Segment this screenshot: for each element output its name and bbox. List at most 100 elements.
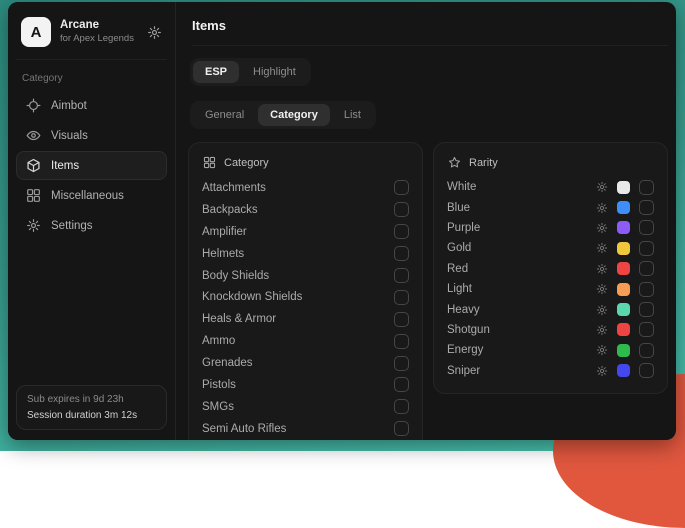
category-row-knockdown-shields: Knockdown Shields <box>202 286 409 308</box>
rarity-settings-gear-icon[interactable] <box>596 324 608 336</box>
color-swatch-energy[interactable] <box>617 344 630 357</box>
tab-esp[interactable]: ESP <box>193 61 239 83</box>
checkbox-purple[interactable] <box>639 220 654 235</box>
rarity-row-purple: Purple <box>447 218 654 238</box>
category-row-label: Pistols <box>202 379 236 391</box>
tab-general[interactable]: General <box>193 104 256 126</box>
checkbox-smgs[interactable] <box>394 399 409 414</box>
checkbox-attachments[interactable] <box>394 180 409 195</box>
rarity-row-label: Blue <box>447 202 470 214</box>
color-swatch-red[interactable] <box>617 262 630 275</box>
app-window: A Arcane for Apex Legends Category Aimbo… <box>8 2 676 440</box>
sidebar-item-label: Aimbot <box>51 100 87 112</box>
rarity-row-heavy: Heavy <box>447 299 654 319</box>
rarity-row-white: White <box>447 177 654 197</box>
checkbox-ammo[interactable] <box>394 334 409 349</box>
color-swatch-sniper[interactable] <box>617 364 630 377</box>
rarity-settings-gear-icon[interactable] <box>596 202 608 214</box>
checkbox-amplifier[interactable] <box>394 224 409 239</box>
rarity-row-controls <box>596 302 654 317</box>
checkbox-semi-auto-rifles[interactable] <box>394 421 409 436</box>
color-swatch-gold[interactable] <box>617 242 630 255</box>
rarity-row-sniper: Sniper <box>447 361 654 381</box>
checkbox-helmets[interactable] <box>394 246 409 261</box>
category-panel-header: Category <box>203 156 408 169</box>
category-row-pistols: Pistols <box>202 374 409 396</box>
sidebar-item-items[interactable]: Items <box>16 151 167 180</box>
main-content: Items ESPHighlight GeneralCategoryList C… <box>176 2 676 440</box>
color-swatch-light[interactable] <box>617 283 630 296</box>
rarity-settings-gear-icon[interactable] <box>596 304 608 316</box>
tab-list[interactable]: List <box>332 104 373 126</box>
checkbox-blue[interactable] <box>639 200 654 215</box>
color-swatch-heavy[interactable] <box>617 303 630 316</box>
rarity-row-label: Heavy <box>447 304 480 316</box>
checkbox-sniper[interactable] <box>639 363 654 378</box>
color-swatch-blue[interactable] <box>617 201 630 214</box>
category-row-label: SMGs <box>202 401 234 413</box>
checkbox-light[interactable] <box>639 282 654 297</box>
grid-icon <box>203 156 216 169</box>
rarity-row-blue: Blue <box>447 197 654 217</box>
rarity-panel: Rarity WhiteBluePurpleGoldRedLightHeavyS… <box>433 142 668 394</box>
rarity-row-label: White <box>447 181 476 193</box>
checkbox-body-shields[interactable] <box>394 268 409 283</box>
color-swatch-purple[interactable] <box>617 221 630 234</box>
checkbox-grenades[interactable] <box>394 356 409 371</box>
grid-icon <box>26 188 41 203</box>
checkbox-backpacks[interactable] <box>394 202 409 217</box>
category-row-semi-auto-rifles: Semi Auto Rifles <box>202 418 409 440</box>
app-logo: A <box>21 17 51 47</box>
sidebar-item-settings[interactable]: Settings <box>16 211 167 240</box>
color-swatch-white[interactable] <box>617 181 630 194</box>
color-swatch-shotgun[interactable] <box>617 323 630 336</box>
rarity-row-controls <box>596 322 654 337</box>
rarity-settings-gear-icon[interactable] <box>596 344 608 356</box>
category-row-label: Semi Auto Rifles <box>202 423 286 435</box>
rarity-row-controls <box>596 241 654 256</box>
checkbox-heals-armor[interactable] <box>394 312 409 327</box>
rarity-settings-gear-icon[interactable] <box>596 263 608 275</box>
rarity-row-controls <box>596 261 654 276</box>
panels-row: Category AttachmentsBackpacksAmplifierHe… <box>188 142 668 440</box>
category-row-label: Helmets <box>202 248 244 260</box>
rarity-row-gold: Gold <box>447 238 654 258</box>
tab-category[interactable]: Category <box>258 104 330 126</box>
category-row-smgs: SMGs <box>202 396 409 418</box>
category-row-backpacks: Backpacks <box>202 199 409 221</box>
checkbox-pistols[interactable] <box>394 377 409 392</box>
rarity-settings-gear-icon[interactable] <box>596 242 608 254</box>
checkbox-gold[interactable] <box>639 241 654 256</box>
checkbox-red[interactable] <box>639 261 654 276</box>
rarity-row-controls <box>596 200 654 215</box>
view-tab-group: GeneralCategoryList <box>190 101 376 129</box>
rarity-settings-gear-icon[interactable] <box>596 181 608 193</box>
rarity-row-label: Energy <box>447 344 483 356</box>
category-row-label: Ammo <box>202 335 235 347</box>
gear-icon <box>26 218 41 233</box>
rarity-settings-gear-icon[interactable] <box>596 283 608 295</box>
category-row-label: Amplifier <box>202 226 247 238</box>
rarity-row-label: Purple <box>447 222 480 234</box>
sidebar-item-aimbot[interactable]: Aimbot <box>16 91 167 120</box>
sidebar-item-label: Miscellaneous <box>51 190 124 202</box>
sidebar-nav: Aimbot VisualsItems Miscellaneous Settings <box>16 91 167 241</box>
checkbox-energy[interactable] <box>639 343 654 358</box>
category-row-ammo: Ammo <box>202 330 409 352</box>
checkbox-shotgun[interactable] <box>639 322 654 337</box>
checkbox-white[interactable] <box>639 180 654 195</box>
checkbox-heavy[interactable] <box>639 302 654 317</box>
rarity-settings-gear-icon[interactable] <box>596 365 608 377</box>
category-row-amplifier: Amplifier <box>202 221 409 243</box>
tab-highlight[interactable]: Highlight <box>241 61 308 83</box>
category-row-label: Grenades <box>202 357 253 369</box>
category-row-label: Backpacks <box>202 204 258 216</box>
app-name: Arcane <box>60 19 134 32</box>
settings-gear-icon[interactable] <box>147 25 162 40</box>
sidebar-header: A Arcane for Apex Legends <box>16 10 167 60</box>
sidebar-item-visuals[interactable]: Visuals <box>16 121 167 150</box>
rarity-row-label: Sniper <box>447 365 480 377</box>
sidebar-item-miscellaneous[interactable]: Miscellaneous <box>16 181 167 210</box>
rarity-settings-gear-icon[interactable] <box>596 222 608 234</box>
checkbox-knockdown-shields[interactable] <box>394 290 409 305</box>
